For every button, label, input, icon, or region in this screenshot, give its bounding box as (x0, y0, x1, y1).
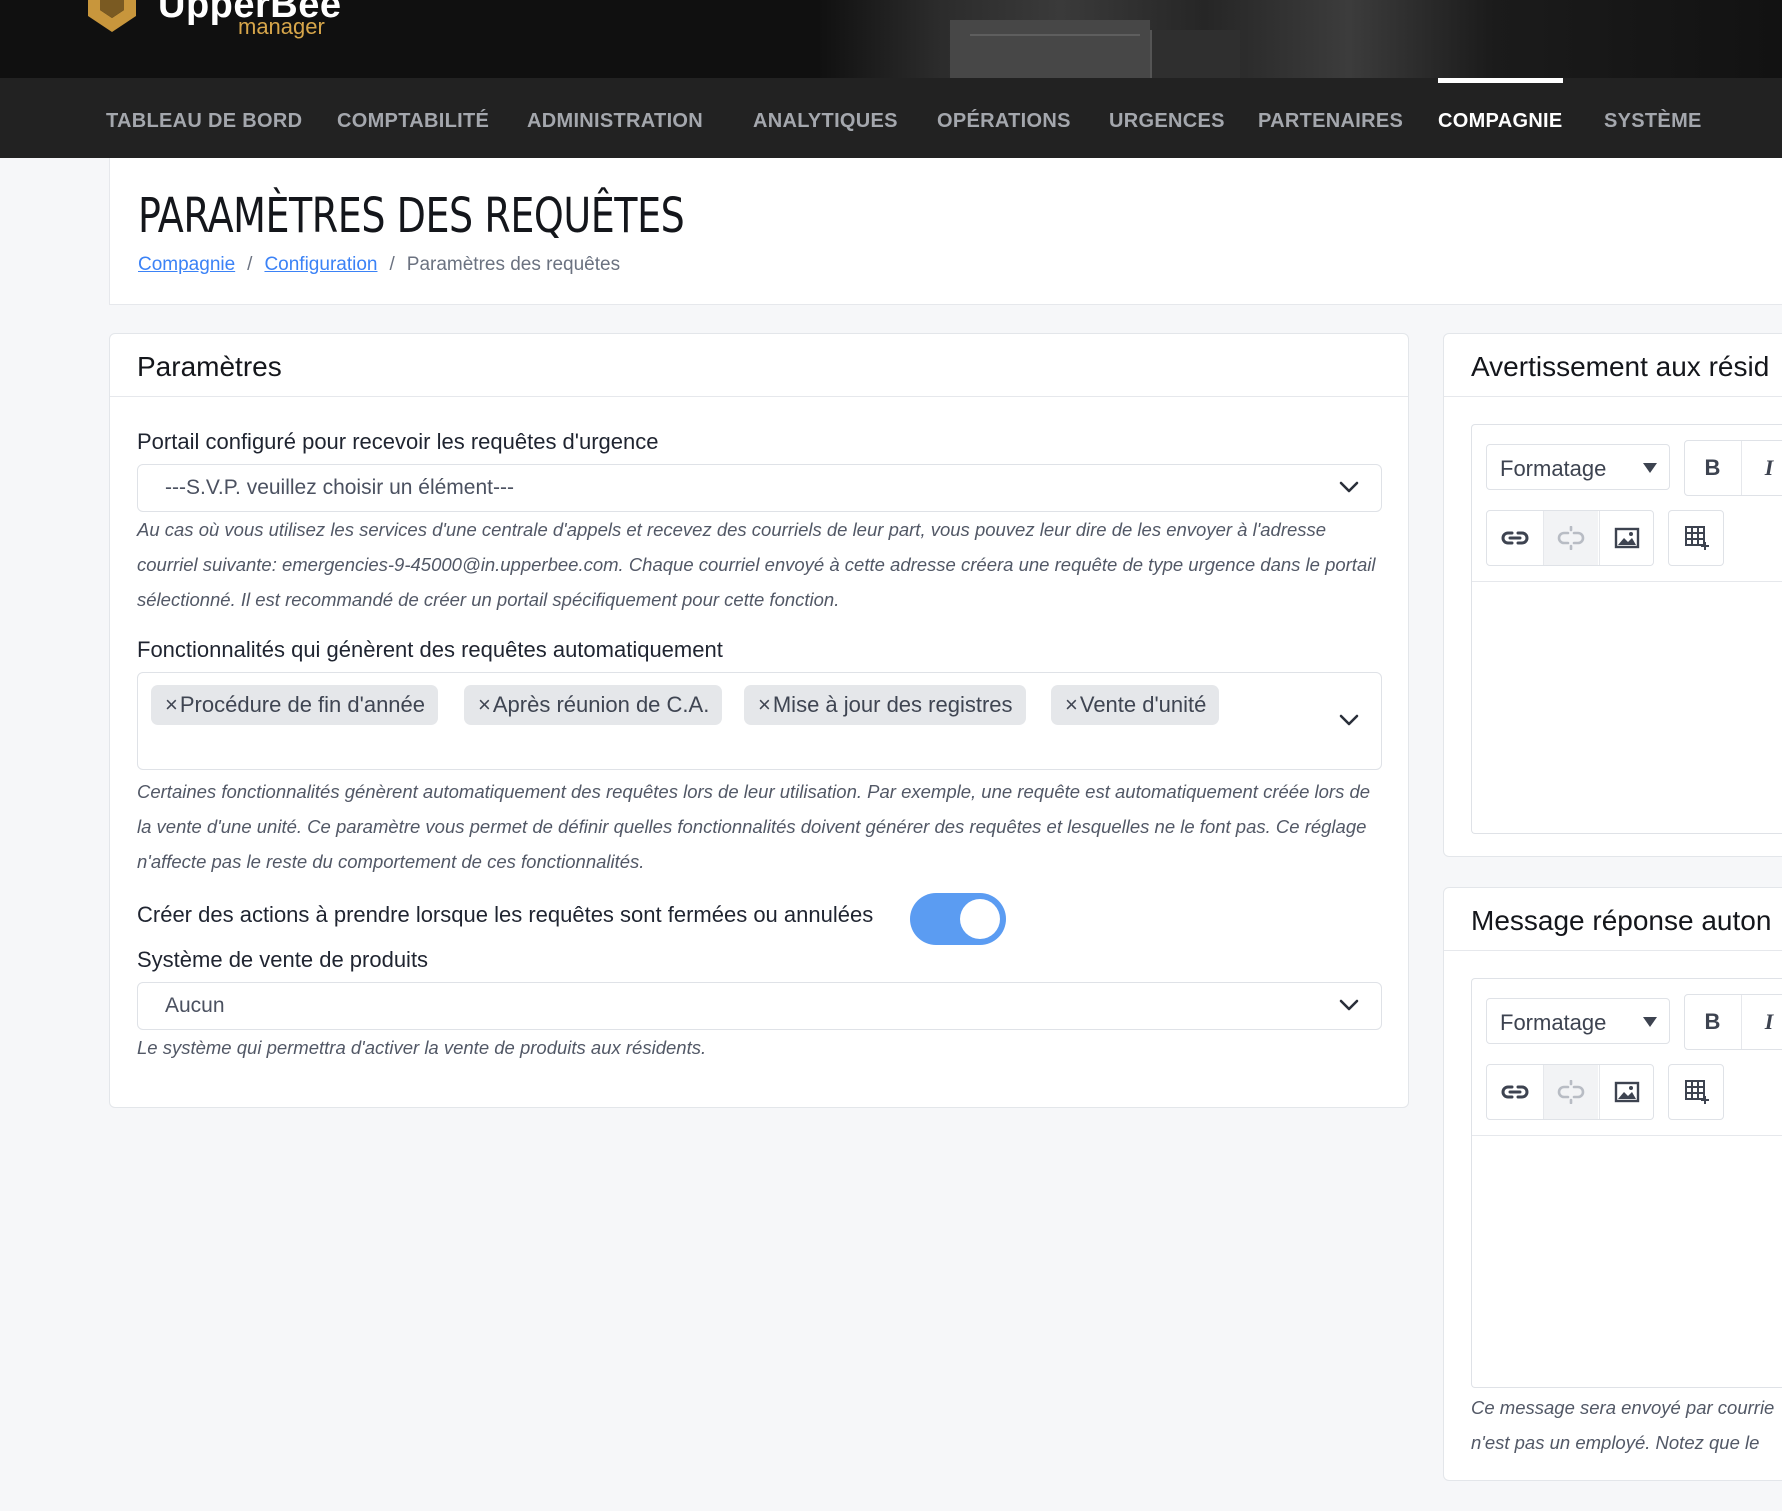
portal-help-text: Au cas où vous utilisez les services d'u… (137, 519, 1376, 610)
link-icon (1501, 1085, 1528, 1099)
chip-remove-icon[interactable]: × (165, 692, 178, 717)
feature-chip[interactable]: ×Après réunion de C.A. (464, 685, 723, 725)
breadcrumb: Compagnie / Configuration / Paramètres des r… (138, 254, 620, 276)
table-button[interactable] (1669, 1065, 1724, 1119)
autoreply-card-title: Message réponse auton (1471, 905, 1772, 936)
image-button[interactable] (1599, 511, 1654, 565)
format-dropdown[interactable]: Formatage (1486, 444, 1670, 490)
chevron-down-icon[interactable] (1339, 713, 1359, 727)
unlink-button[interactable] (1543, 1065, 1598, 1119)
italic-button[interactable]: I (1741, 995, 1782, 1049)
header-banner: UpperBee manager (0, 0, 1782, 78)
table-icon (1684, 1080, 1709, 1104)
toolbar-divider (1472, 1135, 1782, 1136)
link-media-group (1486, 510, 1654, 566)
page-title: PARAMÈTRES DES REQUÊTES (138, 188, 685, 244)
image-button[interactable] (1599, 1065, 1654, 1119)
unlink-button[interactable] (1543, 511, 1598, 565)
settings-card-header: Paramètres (110, 334, 1408, 397)
feature-chip-label: Après réunion de C.A. (492, 692, 710, 717)
autoreply-card: Message réponse auton Formatage B I Ce m… (1443, 887, 1782, 1481)
chevron-down-icon (1339, 999, 1359, 1011)
feature-chip[interactable]: ×Vente d'unité (1051, 685, 1220, 725)
warning-card-title: Avertissement aux résid (1471, 351, 1770, 382)
autoreply-help-line: n'est pas un employé. Notez que le (1471, 1432, 1760, 1453)
text-style-group: B I (1684, 440, 1782, 496)
nav-item-systeme[interactable]: SYSTÈME (1604, 78, 1702, 158)
nav-item-tableau-de-bord[interactable]: TABLEAU DE BORD (106, 78, 302, 158)
table-group (1668, 510, 1724, 566)
nav-item-operations[interactable]: OPÉRATIONS (937, 78, 1071, 158)
nav-item-comptabilite[interactable]: COMPTABILITÉ (337, 78, 489, 158)
link-icon (1501, 531, 1528, 545)
feature-chip[interactable]: ×Mise à jour des registres (744, 685, 1026, 725)
chip-remove-icon[interactable]: × (1065, 692, 1078, 717)
sales-select[interactable]: Aucun (137, 982, 1382, 1030)
banner-photo (820, 0, 1782, 78)
page-header-card: PARAMÈTRES DES REQUÊTES Compagnie / Config… (109, 158, 1782, 305)
nav-item-administration[interactable]: ADMINISTRATION (527, 78, 703, 158)
toolbar-divider (1472, 581, 1782, 582)
image-icon (1614, 1081, 1640, 1103)
link-button[interactable] (1487, 1065, 1542, 1119)
format-dropdown-label: Formatage (1500, 1010, 1607, 1035)
italic-button[interactable]: I (1741, 441, 1782, 495)
warning-editor[interactable]: Formatage B I (1471, 424, 1782, 834)
breadcrumb-link-compagnie[interactable]: Compagnie (138, 254, 235, 275)
chip-remove-icon[interactable]: × (478, 692, 491, 717)
autoreply-editor[interactable]: Formatage B I (1471, 978, 1782, 1388)
nav-item-partenaires[interactable]: PARTENAIRES (1258, 78, 1403, 158)
breadcrumb-link-configuration[interactable]: Configuration (264, 254, 377, 275)
warning-card-header: Avertissement aux résid (1444, 334, 1782, 397)
warning-card: Avertissement aux résid Formatage B I (1443, 333, 1782, 857)
sales-select-value: Aucun (165, 994, 225, 1017)
link-button[interactable] (1487, 511, 1542, 565)
autoreply-card-header: Message réponse auton (1444, 888, 1782, 951)
feature-chip-label: Procédure de fin d'année (179, 692, 426, 717)
autoreply-help-line: Ce message sera envoyé par courrie (1471, 1397, 1775, 1418)
settings-card: Paramètres Portail configuré pour recevo… (109, 333, 1409, 1108)
sales-label: Système de vente de produits (137, 947, 429, 972)
bold-button[interactable]: B (1685, 441, 1740, 495)
upperbee-logo-icon[interactable] (80, 0, 144, 38)
feature-chip-label: Vente d'unité (1079, 692, 1207, 717)
feature-chip[interactable]: ×Procédure de fin d'année (151, 685, 439, 725)
main-nav: TABLEAU DE BORD COMPTABILITÉ ADMINISTRAT… (0, 78, 1782, 158)
table-group (1668, 1064, 1724, 1120)
features-label: Fonctionnalités qui génèrent des requête… (137, 637, 723, 662)
feature-chip-label: Mise à jour des registres (772, 692, 1013, 717)
caret-down-icon (1643, 1017, 1657, 1027)
caret-down-icon (1643, 463, 1657, 473)
unlink-icon (1557, 1080, 1585, 1104)
chip-remove-icon[interactable]: × (758, 692, 771, 717)
breadcrumb-current: Paramètres des requêtes (406, 254, 621, 275)
unlink-icon (1557, 526, 1585, 550)
image-icon (1614, 527, 1640, 549)
portal-select-value: ---S.V.P. veuillez choisir un élément--- (165, 476, 514, 499)
format-dropdown[interactable]: Formatage (1486, 998, 1670, 1044)
settings-card-title: Paramètres (137, 351, 282, 382)
portal-select[interactable]: ---S.V.P. veuillez choisir un élément--- (137, 464, 1382, 512)
nav-item-analytiques[interactable]: ANALYTIQUES (753, 78, 898, 158)
breadcrumb-separator: / (247, 254, 253, 275)
breadcrumb-separator: / (389, 254, 395, 275)
sales-help-text: Le système qui permettra d'activer la ve… (137, 1037, 707, 1058)
actions-label: Créer des actions à prendre lorsque les … (137, 902, 874, 927)
table-icon (1684, 526, 1709, 550)
features-multiselect[interactable]: ×Procédure de fin d'année ×Après réunion… (137, 672, 1382, 770)
brand-subtitle: manager (238, 14, 325, 39)
actions-toggle[interactable] (910, 893, 1006, 945)
bold-button[interactable]: B (1685, 995, 1740, 1049)
table-button[interactable] (1669, 511, 1724, 565)
text-style-group: B I (1684, 994, 1782, 1050)
nav-item-urgences[interactable]: URGENCES (1109, 78, 1225, 158)
chevron-down-icon (1339, 481, 1359, 493)
toggle-knob (960, 899, 1000, 939)
link-media-group (1486, 1064, 1654, 1120)
autoreply-help-text: Ce message sera envoyé par courrie n'est… (1471, 1390, 1782, 1460)
format-dropdown-label: Formatage (1500, 456, 1607, 481)
portal-label: Portail configuré pour recevoir les requ… (137, 429, 659, 454)
nav-item-compagnie[interactable]: COMPAGNIE (1438, 78, 1563, 158)
features-help-text: Certaines fonctionnalités génèrent autom… (137, 781, 1371, 872)
